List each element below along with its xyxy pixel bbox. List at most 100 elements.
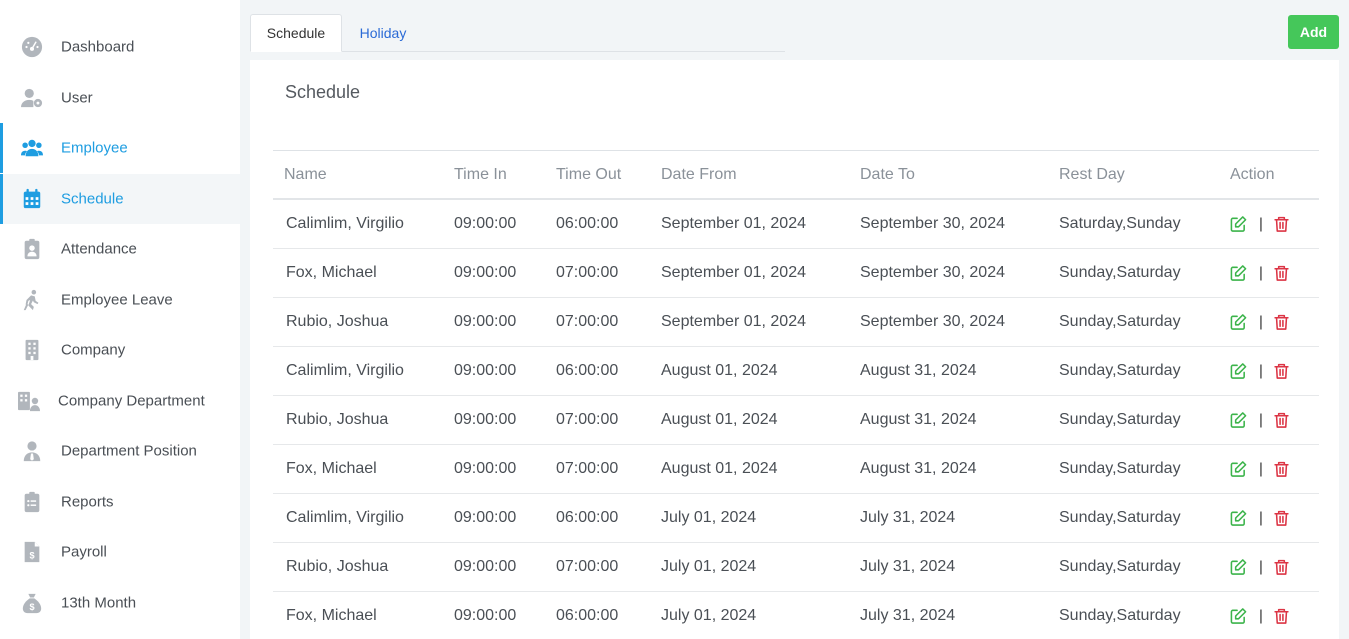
sidebar: Dashboard User Employee Schedule Attenda…: [0, 0, 240, 639]
sidebar-item-attendance[interactable]: Attendance: [0, 224, 240, 274]
edit-icon[interactable]: [1230, 363, 1247, 380]
cell-name: Calimlim, Virgilio: [286, 362, 404, 379]
sidebar-item-label: Department Position: [61, 442, 197, 460]
cell-rest-day: Sunday,Saturday: [1059, 313, 1181, 330]
trash-icon[interactable]: [1273, 461, 1290, 478]
cell-date-from: July 01, 2024: [661, 607, 757, 624]
sidebar-item-13th-month[interactable]: $ 13th Month: [0, 578, 240, 628]
cell-time-out: 06:00:00: [556, 215, 619, 232]
cell-rest-day: Sunday,Saturday: [1059, 460, 1181, 477]
action-separator: |: [1259, 460, 1263, 478]
cell-time-out: 07:00:00: [556, 264, 619, 281]
add-button[interactable]: Add: [1288, 15, 1339, 49]
clipboard-user-icon: [20, 237, 44, 261]
cell-date-from: July 01, 2024: [661, 509, 757, 526]
trash-icon[interactable]: [1273, 363, 1290, 380]
cell-rest-day: Saturday,Sunday: [1059, 215, 1181, 232]
cell-name: Calimlim, Virgilio: [286, 509, 404, 526]
edit-icon[interactable]: [1230, 265, 1247, 282]
cell-time-out: 07:00:00: [556, 460, 619, 477]
action-separator: |: [1259, 607, 1263, 625]
cell-name: Calimlim, Virgilio: [286, 215, 404, 232]
cell-rest-day: Sunday,Saturday: [1059, 558, 1181, 575]
building-icon: [20, 338, 44, 362]
cell-name: Fox, Michael: [286, 264, 377, 281]
cell-date-to: September 30, 2024: [860, 313, 1005, 330]
action-separator: |: [1259, 362, 1263, 380]
trash-icon[interactable]: [1273, 216, 1290, 233]
row-actions: |: [1230, 461, 1290, 478]
trash-icon[interactable]: [1273, 265, 1290, 282]
dashboard-icon: [20, 35, 44, 59]
column-header-name: Name: [284, 165, 327, 183]
edit-icon[interactable]: [1230, 314, 1247, 331]
cell-time-out: 07:00:00: [556, 411, 619, 428]
cell-rest-day: Sunday,Saturday: [1059, 411, 1181, 428]
cell-date-from: July 01, 2024: [661, 558, 757, 575]
action-separator: |: [1259, 215, 1263, 233]
sidebar-item-employee-leave[interactable]: Employee Leave: [0, 275, 240, 325]
sidebar-item-payroll[interactable]: $ Payroll: [0, 527, 240, 577]
edit-icon[interactable]: [1230, 412, 1247, 429]
edit-icon[interactable]: [1230, 559, 1247, 576]
table-row: Calimlim, Virgilio 09:00:00 06:00:00 Sep…: [273, 200, 1319, 249]
svg-text:$: $: [29, 602, 34, 612]
table-row: Rubio, Joshua 09:00:00 07:00:00 July 01,…: [273, 543, 1319, 592]
tab-bar: Schedule Holiday: [250, 14, 785, 52]
card-title: Schedule: [285, 82, 361, 102]
cell-time-in: 09:00:00: [454, 460, 517, 477]
row-actions: |: [1230, 314, 1290, 331]
sidebar-item-company[interactable]: Company: [0, 325, 240, 375]
cell-time-out: 06:00:00: [556, 509, 619, 526]
cell-date-from: August 01, 2024: [661, 362, 778, 379]
action-separator: |: [1259, 313, 1263, 331]
cell-rest-day: Sunday,Saturday: [1059, 509, 1181, 526]
trash-icon[interactable]: [1273, 510, 1290, 527]
money-bag-icon: $: [20, 591, 44, 615]
cell-name: Rubio, Joshua: [286, 558, 389, 575]
table-row: Fox, Michael 09:00:00 06:00:00 July 01, …: [273, 592, 1319, 639]
sidebar-item-label: Company Department: [58, 392, 205, 410]
cell-time-in: 09:00:00: [454, 362, 517, 379]
trash-icon[interactable]: [1273, 559, 1290, 576]
sidebar-item-employee[interactable]: Employee: [0, 123, 240, 173]
row-actions: |: [1230, 265, 1290, 282]
sidebar-item-label: Employee: [61, 139, 128, 157]
sidebar-item-department-position[interactable]: Department Position: [0, 426, 240, 476]
edit-icon[interactable]: [1230, 216, 1247, 233]
cell-name: Fox, Michael: [286, 607, 377, 624]
trash-icon[interactable]: [1273, 412, 1290, 429]
cell-name: Rubio, Joshua: [286, 411, 389, 428]
sidebar-item-user[interactable]: User: [0, 73, 240, 123]
sidebar-item-dashboard[interactable]: Dashboard: [0, 22, 240, 72]
cell-time-out: 07:00:00: [556, 558, 619, 575]
cell-time-in: 09:00:00: [454, 607, 517, 624]
cell-date-from: September 01, 2024: [661, 264, 806, 281]
sidebar-item-label: Payroll: [61, 543, 107, 561]
edit-icon[interactable]: [1230, 608, 1247, 625]
cell-date-to: August 31, 2024: [860, 362, 977, 379]
tab-schedule[interactable]: Schedule: [250, 14, 342, 52]
sidebar-item-schedule[interactable]: Schedule: [0, 174, 240, 224]
trash-icon[interactable]: [1273, 314, 1290, 331]
table-header: Name Time In Time Out Date From Date To …: [273, 151, 1319, 200]
action-separator: |: [1259, 264, 1263, 282]
sidebar-item-reports[interactable]: Reports: [0, 477, 240, 527]
edit-icon[interactable]: [1230, 510, 1247, 527]
trash-icon[interactable]: [1273, 608, 1290, 625]
action-separator: |: [1259, 411, 1263, 429]
row-actions: |: [1230, 608, 1290, 625]
user-gear-icon: [20, 86, 44, 110]
cell-rest-day: Sunday,Saturday: [1059, 264, 1181, 281]
cell-date-to: July 31, 2024: [860, 607, 956, 624]
table-row: Fox, Michael 09:00:00 07:00:00 August 01…: [273, 445, 1319, 494]
edit-icon[interactable]: [1230, 461, 1247, 478]
sidebar-item-label: User: [61, 89, 93, 107]
cell-time-in: 09:00:00: [454, 411, 517, 428]
tab-holiday[interactable]: Holiday: [342, 14, 424, 52]
table-row: Rubio, Joshua 09:00:00 07:00:00 Septembe…: [273, 298, 1319, 347]
cell-name: Fox, Michael: [286, 460, 377, 477]
action-separator: |: [1259, 558, 1263, 576]
schedule-table: Name Time In Time Out Date From Date To …: [273, 150, 1319, 639]
sidebar-item-company-department[interactable]: Company Department: [0, 376, 240, 426]
